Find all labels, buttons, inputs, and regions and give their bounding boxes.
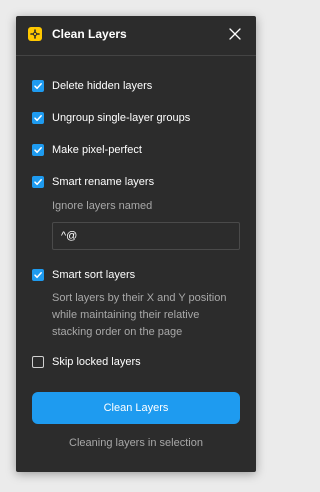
checkbox-checked-icon[interactable]: [32, 269, 44, 281]
option-smart-rename-layers[interactable]: Smart rename layers: [32, 175, 232, 191]
option-label: Delete hidden layers: [52, 80, 153, 92]
panel-header: Clean Layers: [16, 16, 256, 56]
description-line: while maintaining their relative: [52, 309, 200, 321]
option-skip-locked-layers[interactable]: Skip locked layers: [32, 355, 232, 371]
checkbox-checked-icon[interactable]: [32, 80, 44, 92]
plugin-logo-icon: [28, 27, 42, 41]
checkbox-checked-icon[interactable]: [32, 112, 44, 124]
option-label: Smart rename layers: [52, 176, 155, 188]
option-label: Smart sort layers: [52, 269, 136, 281]
clean-layers-button[interactable]: Clean Layers: [32, 392, 240, 424]
ignore-layers-label: Ignore layers named: [52, 200, 153, 212]
option-delete-hidden-layers[interactable]: Delete hidden layers: [32, 79, 232, 95]
ignore-layers-input[interactable]: [52, 222, 240, 250]
checkbox-checked-icon[interactable]: [32, 144, 44, 156]
smart-sort-description: Sort layers by their X and Y position wh…: [52, 290, 226, 341]
checkbox-checked-icon[interactable]: [32, 176, 44, 188]
option-make-pixel-perfect[interactable]: Make pixel-perfect: [32, 143, 232, 159]
description-line: Sort layers by their X and Y position: [52, 292, 227, 304]
option-label: Skip locked layers: [52, 356, 141, 368]
panel-title: Clean Layers: [52, 27, 127, 41]
status-text: Cleaning layers in selection: [69, 437, 203, 449]
option-label: Make pixel-perfect: [52, 144, 142, 156]
option-label: Ungroup single-layer groups: [52, 112, 191, 124]
clean-layers-panel: Clean Layers Delete hidden layers Ungrou…: [16, 16, 256, 472]
option-smart-sort-layers[interactable]: Smart sort layers: [32, 268, 232, 284]
checkbox-unchecked-icon[interactable]: [32, 356, 44, 368]
description-line: stacking order on the page: [52, 326, 183, 338]
close-icon[interactable]: [228, 27, 242, 41]
option-ungroup-single-layer-groups[interactable]: Ungroup single-layer groups: [32, 111, 232, 127]
